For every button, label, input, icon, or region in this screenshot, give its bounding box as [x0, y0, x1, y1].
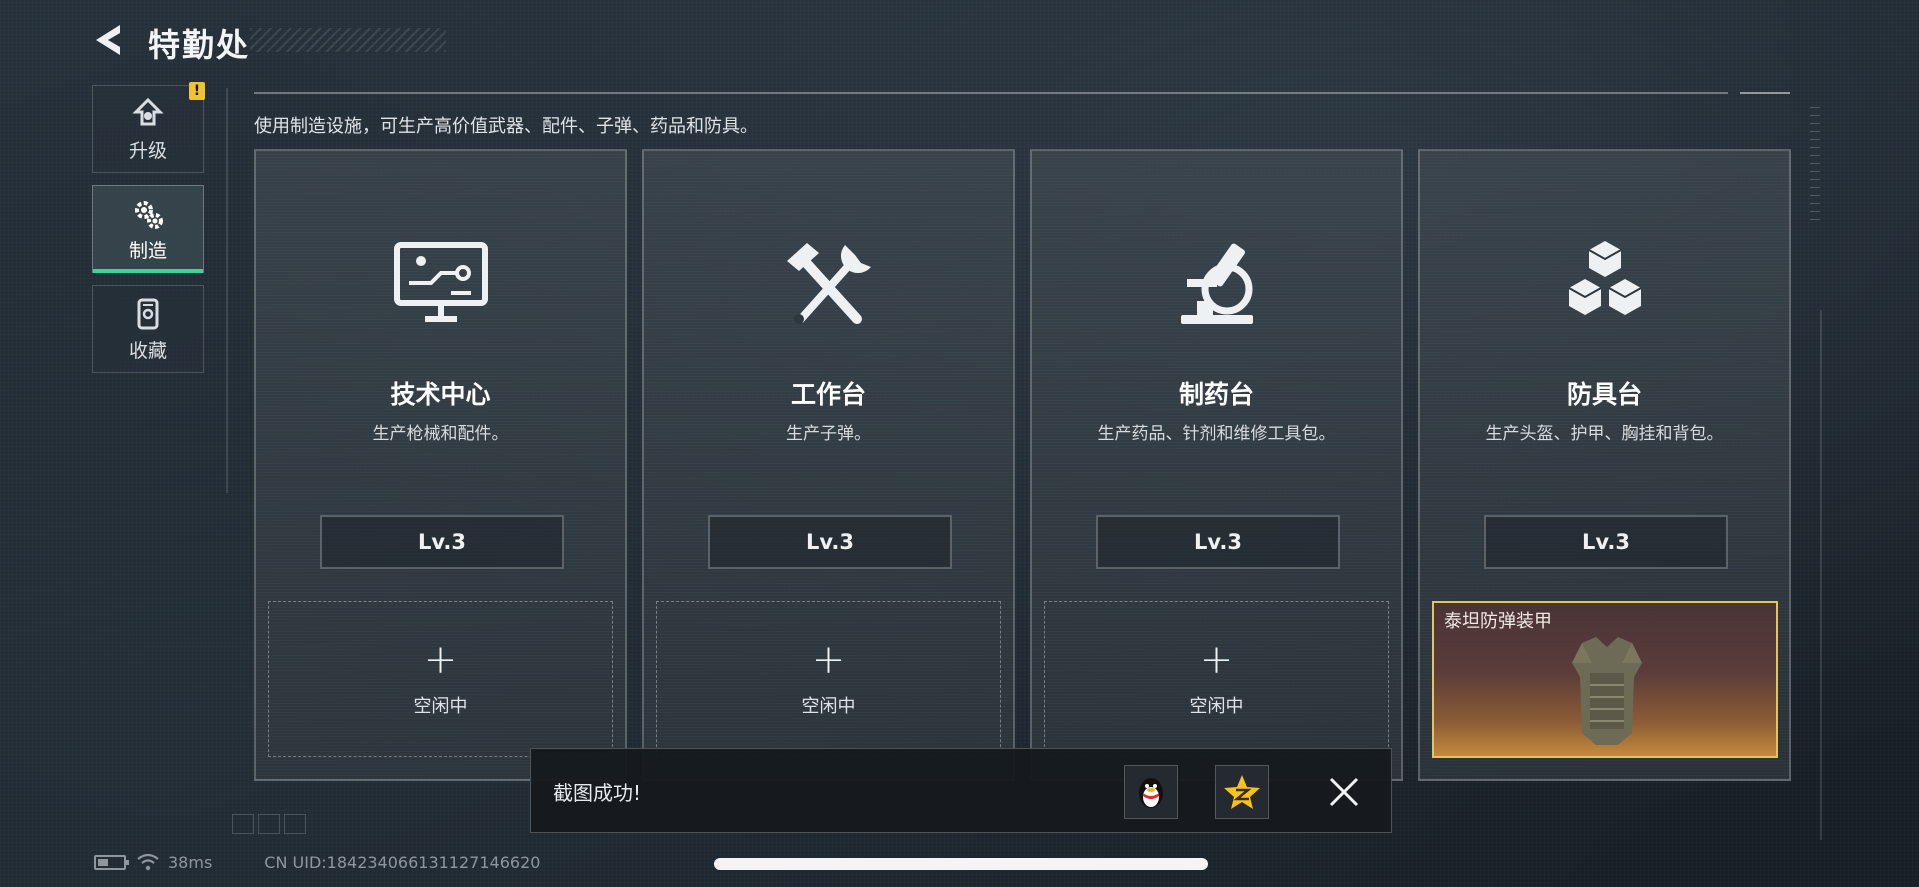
- close-icon: [1329, 777, 1359, 807]
- share-qq-button[interactable]: [1124, 765, 1178, 819]
- facility-card-tech-center[interactable]: 技术中心 生产枪械和配件。 Lv.3 + 空闲中: [254, 149, 627, 781]
- level-button[interactable]: Lv.3: [1096, 515, 1340, 569]
- nav-item-upgrade[interactable]: ! 升级: [92, 82, 205, 173]
- toast-message: 截图成功!: [553, 781, 642, 805]
- toast-close-button[interactable]: [1327, 775, 1361, 809]
- wifi-icon: [137, 853, 159, 871]
- empty-production-slot[interactable]: + 空闲中: [1044, 601, 1389, 757]
- upgrade-icon: [130, 96, 166, 132]
- nav-item-collection[interactable]: 收藏: [92, 285, 204, 373]
- card-title: 防具台: [1566, 380, 1642, 409]
- edge-ticks: [1810, 100, 1820, 220]
- slot-status: 空闲中: [801, 696, 856, 717]
- monitor-circuit-icon: [256, 239, 625, 329]
- level-button[interactable]: Lv.3: [320, 515, 564, 569]
- level-button[interactable]: Lv.3: [1484, 515, 1728, 569]
- top-divider: [254, 92, 1728, 94]
- screenshot-toast: 截图成功!: [530, 748, 1392, 833]
- page-description: 使用制造设施，可生产高价值武器、配件、子弹、药品和防具。: [254, 116, 758, 137]
- plus-icon: +: [1199, 637, 1234, 683]
- page-title: 特勤处: [148, 26, 251, 64]
- title-decoration: [250, 28, 446, 52]
- boxes-icon: [1420, 239, 1789, 329]
- slot-status: 空闲中: [413, 696, 468, 717]
- qzone-star-icon: [1224, 775, 1260, 809]
- crafting-screen: 特勤处 ! 升级 制造 收藏 使用制造设施，可生产高价值武器、配件、子弹、药品和…: [0, 0, 1919, 887]
- body-armor-image: [1572, 637, 1642, 745]
- empty-production-slot[interactable]: + 空闲中: [656, 601, 1001, 757]
- nav-divider: [226, 88, 228, 493]
- edge-decoration: [1820, 310, 1822, 840]
- card-subtitle: 生产头盔、护甲、胸挂和背包。: [1485, 424, 1724, 444]
- nav-label-collection: 收藏: [128, 339, 167, 362]
- share-qzone-button[interactable]: [1215, 765, 1269, 819]
- card-subtitle: 生产枪械和配件。: [372, 424, 509, 444]
- back-arrow-icon: [96, 25, 120, 55]
- item-name: 泰坦防弹装甲: [1444, 611, 1552, 632]
- top-divider-end: [1740, 92, 1790, 94]
- corner-decoration: [232, 814, 306, 834]
- nav-label-upgrade: 升级: [128, 139, 167, 162]
- nav-label-craft: 制造: [128, 239, 167, 262]
- warning-badge: !: [189, 82, 205, 100]
- hammer-wrench-icon: [644, 239, 1013, 329]
- card-title: 制药台: [1178, 380, 1254, 409]
- plus-icon: +: [423, 637, 458, 683]
- collection-icon: [130, 296, 166, 332]
- ping-value: 38ms: [168, 852, 213, 872]
- card-subtitle: 生产药品、针剂和维修工具包。: [1097, 424, 1336, 444]
- facility-card-workbench[interactable]: 工作台 生产子弹。 Lv.3 + 空闲中: [642, 149, 1015, 781]
- home-indicator[interactable]: [714, 858, 1208, 870]
- nav-item-craft[interactable]: 制造: [92, 185, 204, 273]
- plus-icon: +: [811, 637, 846, 683]
- production-item-slot[interactable]: 泰坦防弹装甲: [1432, 601, 1778, 758]
- facility-card-armor[interactable]: 防具台 生产头盔、护甲、胸挂和背包。 Lv.3 泰坦防弹装甲: [1418, 149, 1791, 781]
- level-button[interactable]: Lv.3: [708, 515, 952, 569]
- empty-production-slot[interactable]: + 空闲中: [268, 601, 613, 757]
- microscope-icon: [1032, 239, 1401, 329]
- gears-icon: [130, 196, 166, 232]
- card-title: 技术中心: [390, 380, 491, 409]
- card-subtitle: 生产子弹。: [786, 424, 871, 444]
- side-nav: ! 升级 制造 收藏: [92, 82, 205, 385]
- battery-icon: [94, 854, 129, 870]
- status-bar: 38ms CN UID:184234066131127146620: [94, 850, 540, 874]
- back-button[interactable]: [90, 20, 130, 60]
- qq-penguin-icon: [1139, 778, 1163, 808]
- slot-status: 空闲中: [1189, 696, 1244, 717]
- card-title: 工作台: [790, 380, 866, 409]
- facility-card-pharmacy[interactable]: 制药台 生产药品、针剂和维修工具包。 Lv.3 + 空闲中: [1030, 149, 1403, 781]
- user-uid: CN UID:184234066131127146620: [264, 852, 541, 872]
